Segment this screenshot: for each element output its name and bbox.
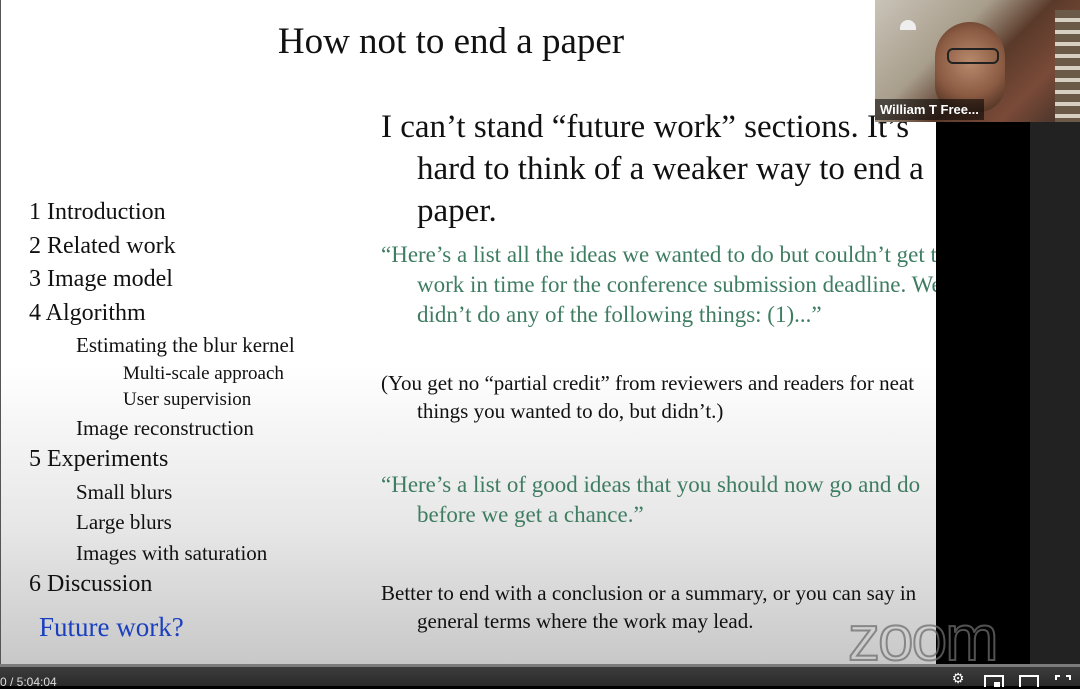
partial-credit-note: (You get no “partial credit” from review… xyxy=(381,371,915,423)
main-statement: I can’t stand “future work” sections. It… xyxy=(381,109,924,229)
video-side-panel xyxy=(1030,122,1080,664)
toc-item: 5 Experiments xyxy=(29,446,169,472)
quote-one: “Here’s a list all the ideas we wanted t… xyxy=(381,242,949,327)
video-letterbox xyxy=(936,122,1030,664)
toc-subitem: Image reconstruction xyxy=(76,415,254,440)
toc-subitem: Small blurs xyxy=(76,479,173,504)
toc-subitem: Images with saturation xyxy=(76,540,268,565)
toc-item: 6 Discussion xyxy=(29,571,153,597)
participant-name: William T Free... xyxy=(875,99,984,120)
glasses-shape xyxy=(947,48,999,64)
toc-item: 1 Introduction xyxy=(29,199,166,225)
bookshelf-shape xyxy=(1055,10,1080,122)
slide-title: How not to end a paper xyxy=(277,21,625,62)
quote-two: “Here’s a list of good ideas that you sh… xyxy=(381,472,921,527)
theater-mode-icon[interactable] xyxy=(1019,675,1039,687)
progress-bar[interactable] xyxy=(0,664,1080,667)
settings-icon[interactable]: ⚙ xyxy=(950,672,966,686)
table-of-contents: 1 Introduction 2 Related work 3 Image mo… xyxy=(29,196,295,644)
participant-video[interactable]: William T Free... xyxy=(875,0,1080,122)
fullscreen-icon[interactable] xyxy=(1055,675,1071,687)
toc-item: 4 Algorithm xyxy=(29,299,146,326)
toc-subitem: Estimating the blur kernel xyxy=(76,333,295,357)
toc-item: 3 Image model xyxy=(29,266,173,292)
presentation-slide: How not to end a paper 1 Introduction 2 … xyxy=(0,0,948,664)
toc-item: 2 Related work xyxy=(29,232,176,259)
toc-subitem: Large blurs xyxy=(76,510,172,534)
toc-subsubitem: Multi-scale approach xyxy=(123,362,284,384)
future-work-label: Future work? xyxy=(39,611,184,642)
zoom-watermark: zoom xyxy=(847,602,999,674)
time-display: 0 / 5:04:04 xyxy=(0,675,57,689)
lamp-shape xyxy=(900,20,916,30)
toc-subsubitem: User supervision xyxy=(123,388,252,410)
video-player-controls: 0 / 5:04:04 ⚙ xyxy=(0,664,1080,689)
miniplayer-icon[interactable] xyxy=(984,675,1004,687)
